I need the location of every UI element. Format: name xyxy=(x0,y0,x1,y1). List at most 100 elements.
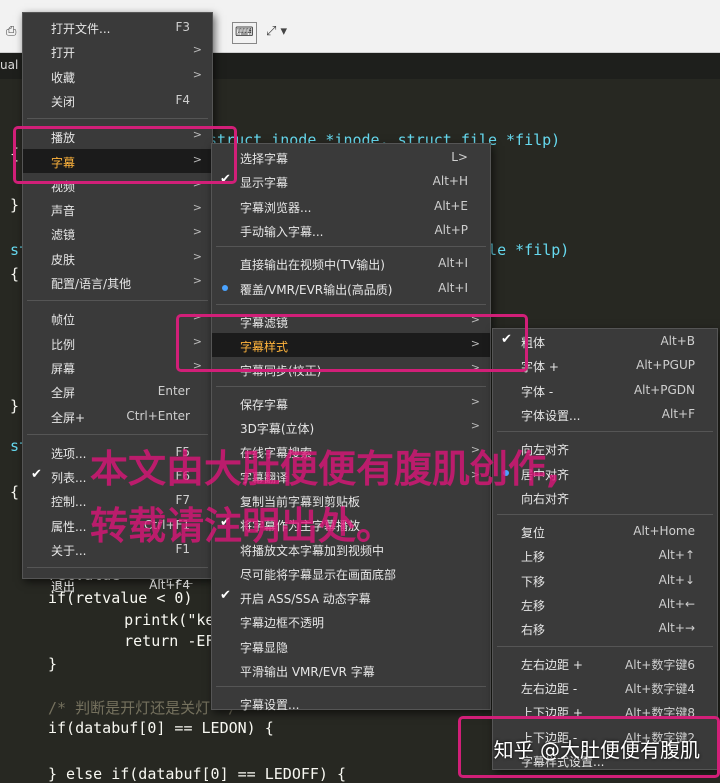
code-line: { xyxy=(10,145,19,163)
menu-item-label: 皮肤 xyxy=(51,252,76,267)
menu-item-shortcut: Alt+PGUP xyxy=(636,358,695,373)
code-token: { xyxy=(10,483,20,501)
menu-item-shortcut: L> xyxy=(451,150,468,164)
subtitle-submenu: 选择字幕 L> ✔ 显示字幕 Alt+H 字幕浏览器... Alt+E 手动输入字幕... Al… xyxy=(211,143,491,712)
chevron-right-icon: > xyxy=(192,249,202,263)
menu-item[interactable]: 右移 Alt+→ xyxy=(493,616,717,640)
menu-item[interactable]: 字体 - Alt+PGDN xyxy=(493,378,717,402)
menu-item[interactable]: 下移 Alt+↓ xyxy=(493,568,717,592)
menu-separator xyxy=(497,431,713,433)
menu-item[interactable]: 全屏 Enter xyxy=(23,379,212,403)
checkmark-icon: ✔ xyxy=(220,172,231,188)
code-line: } xyxy=(10,196,19,214)
print-icon[interactable]: ⎙ xyxy=(6,22,16,42)
menu-item[interactable]: 屏幕 > xyxy=(23,355,212,379)
menu-item-label: 属性... xyxy=(51,519,87,534)
menu-item[interactable]: ✔ 显示字幕 Alt+H xyxy=(212,169,490,193)
menu-item[interactable]: 复位 Alt+Home xyxy=(493,519,717,543)
chevron-right-icon: > xyxy=(470,361,480,375)
menu-item[interactable]: 平滑输出 VMR/EVR 字幕 xyxy=(212,658,490,682)
chevron-right-icon: > xyxy=(192,225,202,239)
menu-item[interactable]: 字幕样式 > xyxy=(212,333,490,358)
menu-item[interactable]: 字幕设置... xyxy=(212,691,490,715)
menu-item[interactable]: 覆盖/VMR/EVR输出(高品质) Alt+I xyxy=(212,276,490,300)
menu-item[interactable]: ✔ 粗体 Alt+B xyxy=(493,329,717,353)
menu-item-shortcut: Alt+↓ xyxy=(658,572,695,587)
menu-item-label: 关于... xyxy=(51,544,87,558)
menu-item[interactable]: 尽可能将字幕显示在画面底部 xyxy=(212,561,490,585)
menu-item[interactable]: 上下边距 + Alt+数字键8 xyxy=(493,699,717,723)
resize-icon[interactable]: ⤢ ▾ xyxy=(266,22,287,42)
code-line: /* 判断是开灯还是关灯 */ xyxy=(48,697,237,718)
menu-item-label: 字幕设置... xyxy=(240,698,300,713)
menu-item[interactable]: 比例 > xyxy=(23,331,212,355)
menu-item-shortcut: F4 xyxy=(175,92,190,107)
menu-item[interactable]: 上移 Alt+↑ xyxy=(493,543,717,567)
menu-item[interactable]: 左右边距 + Alt+数字键6 xyxy=(493,651,717,675)
chevron-right-icon: > xyxy=(470,337,480,351)
menu-item[interactable]: 字幕浏览器... Alt+E xyxy=(212,194,490,218)
menu-item[interactable]: 选择字幕 L> xyxy=(212,145,490,169)
chevron-right-icon: > xyxy=(192,274,202,287)
menu-item[interactable]: 字幕滤镜 > xyxy=(212,309,490,333)
menu-item[interactable]: 退出 Alt+F4 xyxy=(23,573,212,597)
menu-separator xyxy=(27,433,208,435)
menu-separator xyxy=(216,686,486,688)
menu-item[interactable]: 字幕显隐 xyxy=(212,634,490,658)
menu-item-label: 选择字幕 xyxy=(240,152,289,166)
menu-item[interactable]: 字体设置... Alt+F xyxy=(493,402,717,426)
menu-item[interactable]: 字幕 > xyxy=(23,148,212,173)
chevron-right-icon: > xyxy=(192,67,202,81)
menu-item[interactable]: 全屏+ Ctrl+Enter xyxy=(23,404,212,428)
menu-separator xyxy=(27,118,208,120)
menu-item[interactable]: 字幕边框不透明 xyxy=(212,609,490,633)
menu-item[interactable]: ✔ 开启 ASS/SSA 动态字幕 xyxy=(212,585,490,609)
menu-item[interactable]: 播放 > xyxy=(23,124,212,148)
menu-item[interactable]: 关闭 F4 xyxy=(23,88,212,112)
menu-item-label: 显示字幕 xyxy=(240,176,289,191)
menu-item-shortcut: Alt+F4 xyxy=(149,578,190,593)
code-token: } xyxy=(48,655,58,673)
menu-item-label: 复位 xyxy=(521,526,546,541)
menu-item-label: 退出 xyxy=(51,580,76,595)
menu-item-label: 尽可能将字幕显示在画面底部 xyxy=(240,567,397,582)
menu-item[interactable]: 打开文件... F3 xyxy=(23,15,212,39)
menu-item-label: 字幕边框不透明 xyxy=(240,616,325,631)
menu-item-label: 手动输入字幕... xyxy=(240,224,324,239)
menu-item[interactable]: 帧位 > xyxy=(23,306,212,330)
menu-item[interactable]: 声音 > xyxy=(23,197,212,221)
menu-item-shortcut: Alt+数字键8 xyxy=(625,706,695,721)
menu-item-label: 下移 xyxy=(521,574,546,589)
menu-separator xyxy=(27,300,208,302)
menu-item[interactable]: 3D字幕(立体) > xyxy=(212,415,490,439)
menu-item[interactable]: 手动输入字幕... Alt+P xyxy=(212,218,490,242)
menu-separator xyxy=(216,246,486,248)
subtitle-style-submenu: ✔ 粗体 Alt+B 字体 + Alt+PGUP 字体 - Alt+PGDN 字体设置... A… xyxy=(492,328,718,770)
menu-item[interactable]: 收藏 > xyxy=(23,64,212,88)
terminal-icon[interactable]: ⌨ xyxy=(232,22,257,44)
menu-item[interactable]: 配置/语言/其他 > xyxy=(23,270,212,294)
menu-item[interactable]: 保存字幕 > xyxy=(212,391,490,415)
menu-item[interactable]: 皮肤 > xyxy=(23,246,212,270)
menu-item[interactable]: 左移 Alt+← xyxy=(493,592,717,616)
menu-item-shortcut: Alt+PGDN xyxy=(633,382,695,397)
code-token: } xyxy=(10,397,20,415)
menu-item-shortcut: F3 xyxy=(175,20,190,34)
menu-item-shortcut: Alt+↑ xyxy=(658,548,695,563)
menu-item-shortcut: Alt+← xyxy=(658,597,695,611)
menu-item-label: 开启 ASS/SSA 动态字幕 xyxy=(240,592,371,607)
menu-item[interactable]: 视频 > xyxy=(23,173,212,197)
menu-item[interactable]: 左右边距 - Alt+数字键4 xyxy=(493,675,717,699)
menu-item-label: 字体 - xyxy=(521,384,554,399)
menu-item[interactable]: 字体 + Alt+PGUP xyxy=(493,353,717,377)
menu-item[interactable]: 打开 > xyxy=(23,39,212,63)
menu-item-label: 字幕样式 xyxy=(240,340,289,355)
menu-item[interactable]: 滤镜 > xyxy=(23,221,212,245)
code-token: } xyxy=(10,196,20,214)
menu-separator xyxy=(27,567,208,569)
menu-item[interactable]: 直接输出在视频中(TV输出) Alt+I xyxy=(212,251,490,275)
menu-item[interactable]: 字幕同步(校正) > xyxy=(212,357,490,381)
chevron-right-icon: > xyxy=(192,43,202,57)
menu-item-label: 打开文件... xyxy=(51,22,111,36)
chevron-right-icon: > xyxy=(192,334,202,348)
